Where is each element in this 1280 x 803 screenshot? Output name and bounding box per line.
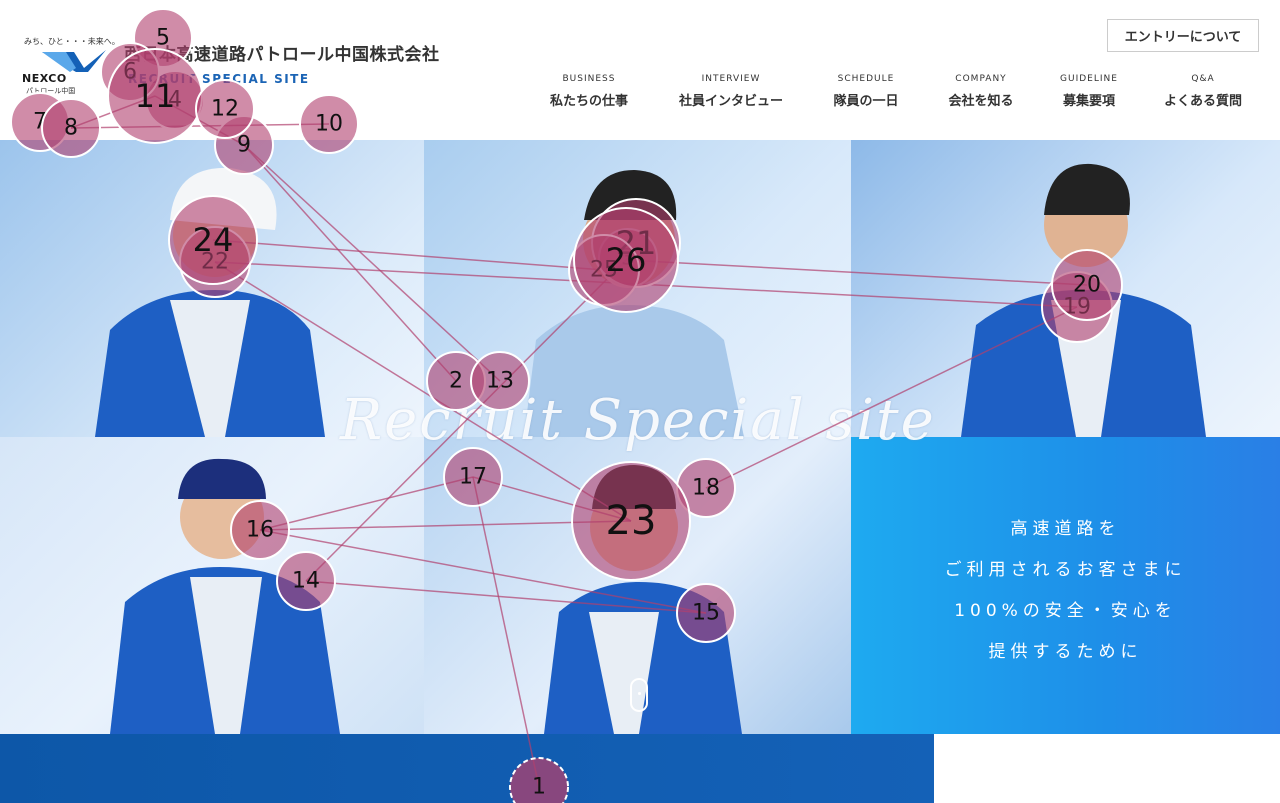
tagline-line: 100%の安全・安心を — [954, 601, 1177, 621]
nav-ja-label: 私たちの仕事 — [549, 94, 629, 109]
nav-guideline[interactable]: GUIDELINE 募集要項 — [1060, 74, 1118, 109]
scroll-indicator-icon[interactable] — [630, 678, 648, 712]
hero-tagline: 高速道路を ご利用されるお客さまに 100%の安全・安心を 提供するために — [851, 509, 1280, 673]
tagline-panel: 高速道路を ご利用されるお客さまに 100%の安全・安心を 提供するために — [851, 437, 1280, 734]
nav-ja-label: 募集要項 — [1062, 94, 1116, 109]
hero-section: 高速道路を ご利用されるお客さまに 100%の安全・安心を 提供するために Re… — [0, 140, 1280, 734]
nav-qa[interactable]: Q&A よくある質問 — [1164, 74, 1242, 109]
nav-business[interactable]: BUSINESS 私たちの仕事 — [550, 74, 628, 109]
site-header: みち、ひと・・・未来へ。 NEXCO パトロール中国 西日本高速道路パトロール中… — [0, 0, 1280, 140]
tagline-line: ご利用されるお客さまに — [944, 560, 1187, 580]
tagline-line: 高速道路を — [1010, 519, 1121, 539]
nav-ja-label: 隊員の一日 — [833, 94, 899, 109]
nav-en-label: GUIDELINE — [1060, 74, 1118, 84]
nav-ja-label: よくある質問 — [1163, 94, 1243, 109]
section-band — [0, 734, 934, 803]
nexco-v-mark-icon — [42, 50, 106, 72]
nav-company[interactable]: COMPANY 会社を知る — [948, 74, 1013, 109]
nav-en-label: INTERVIEW — [701, 74, 761, 84]
logo-tagline: みち、ひと・・・未来へ。 — [24, 37, 120, 46]
company-name[interactable]: 西日本高速道路パトロール中国株式会社 — [124, 40, 440, 65]
staff-figure-icon — [110, 458, 340, 734]
nav-schedule[interactable]: SCHEDULE 隊員の一日 — [833, 74, 898, 109]
logo-brand: NEXCO — [22, 72, 67, 85]
nav-en-label: BUSINESS — [562, 74, 616, 84]
nav-ja-label: 会社を知る — [948, 94, 1014, 109]
staff-photo-4 — [0, 437, 424, 734]
logo-sub: パトロール中国 — [26, 87, 76, 95]
nav-interview[interactable]: INTERVIEW 社員インタビュー — [679, 74, 783, 109]
nav-ja-label: 社員インタビュー — [678, 94, 784, 109]
section-band-blank — [934, 734, 1280, 803]
nav-en-label: SCHEDULE — [837, 74, 895, 84]
hero-script-title: Recruit Special site — [340, 388, 936, 453]
site-subtitle: RECRUIT SPECIAL SITE — [128, 72, 310, 86]
nexco-logo[interactable]: みち、ひと・・・未来へ。 NEXCO パトロール中国 — [20, 36, 120, 96]
tagline-line: 提供するために — [988, 642, 1143, 662]
entry-button[interactable]: エントリーについて — [1107, 19, 1259, 52]
nav-en-label: COMPANY — [955, 74, 1007, 84]
nav-en-label: Q&A — [1191, 74, 1215, 84]
